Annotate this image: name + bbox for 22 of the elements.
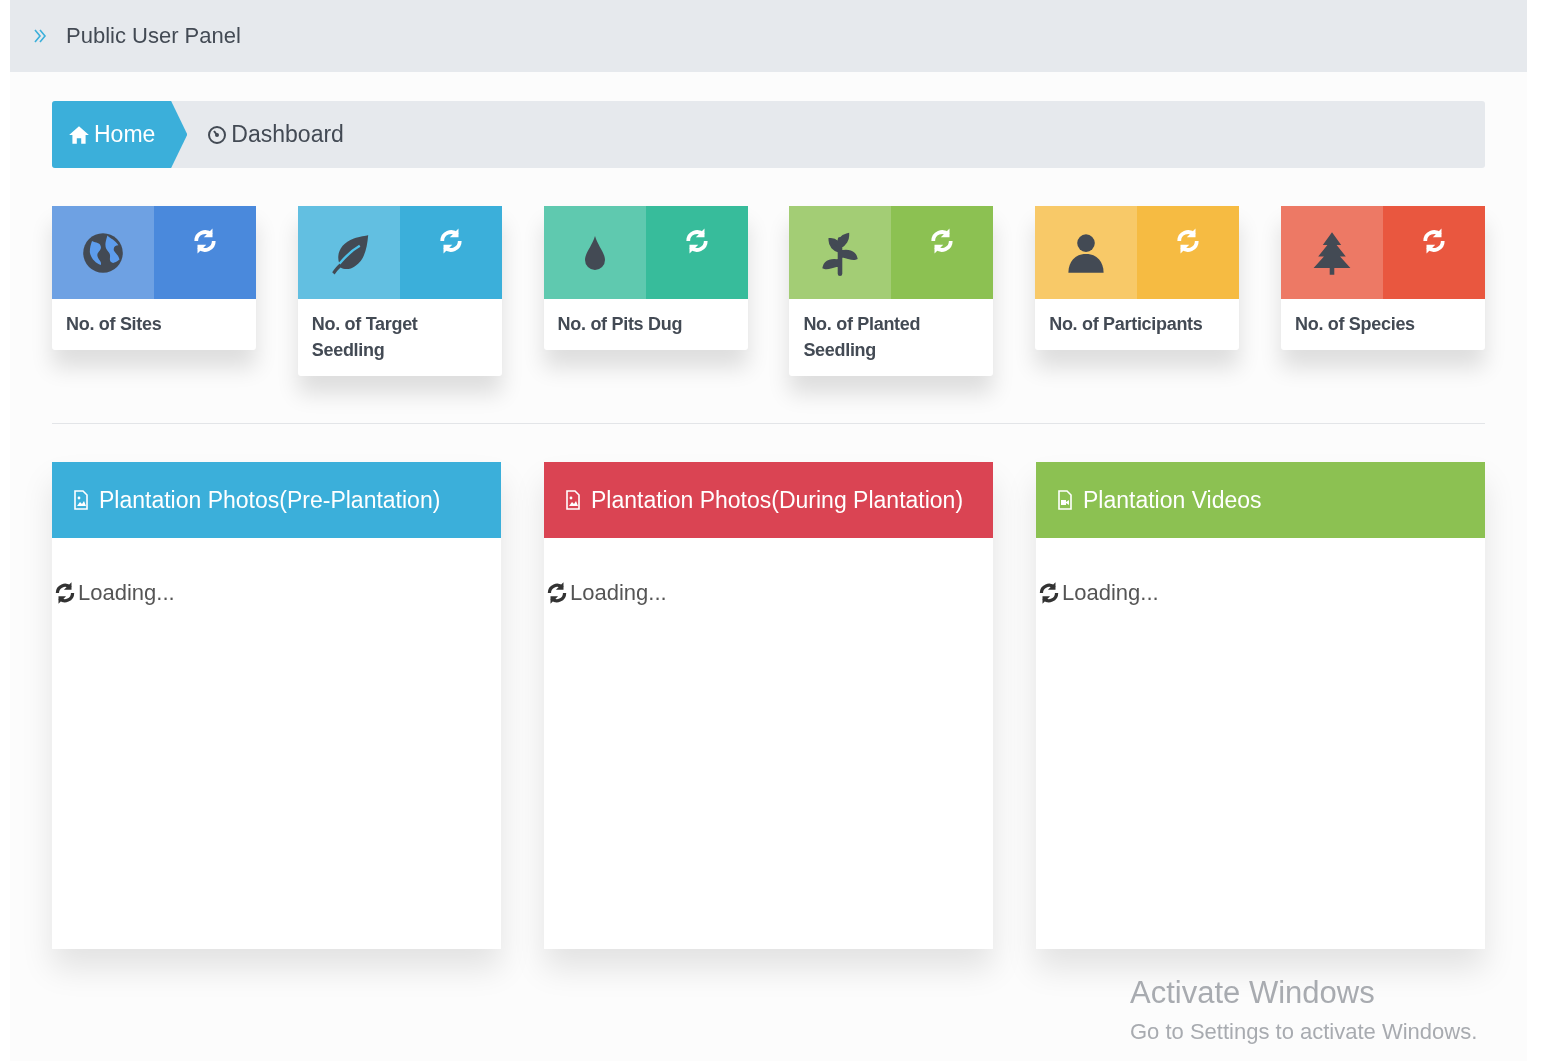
loading-text: Loading...	[1062, 580, 1159, 606]
activation-title: Activate Windows	[1130, 975, 1376, 1011]
globe-icon	[81, 230, 125, 275]
video-file-icon	[1057, 490, 1073, 510]
panel-title: Public User Panel	[66, 23, 241, 49]
image-file-icon	[565, 490, 581, 510]
stat-label: No. of Target Seedling	[310, 313, 419, 362]
stat-label: No. of Participants	[1048, 313, 1204, 336]
breadcrumb-link[interactable]: Dashboard	[187, 101, 364, 168]
stat-label: No. of Planted Seedling	[802, 313, 922, 362]
activation-message: Go to Settings to activate Windows.	[1130, 1019, 1478, 1045]
stat-label: No. of Pits Dug	[556, 313, 684, 336]
image-file-icon	[73, 490, 89, 510]
panel-heading: Plantation Photos(Pre-Plantation)	[99, 486, 441, 514]
stat-label: No. of Sites	[65, 313, 163, 336]
panel-heading: Plantation Photos(During Plantation)	[591, 486, 964, 514]
gauge-icon	[207, 124, 228, 145]
double-chevron-icon	[32, 28, 48, 44]
loading-text: Loading...	[78, 580, 175, 606]
stat-label: No. of Species	[1294, 313, 1416, 336]
loading-text: Loading...	[570, 580, 667, 606]
panel-heading: Plantation Videos	[1083, 486, 1262, 514]
